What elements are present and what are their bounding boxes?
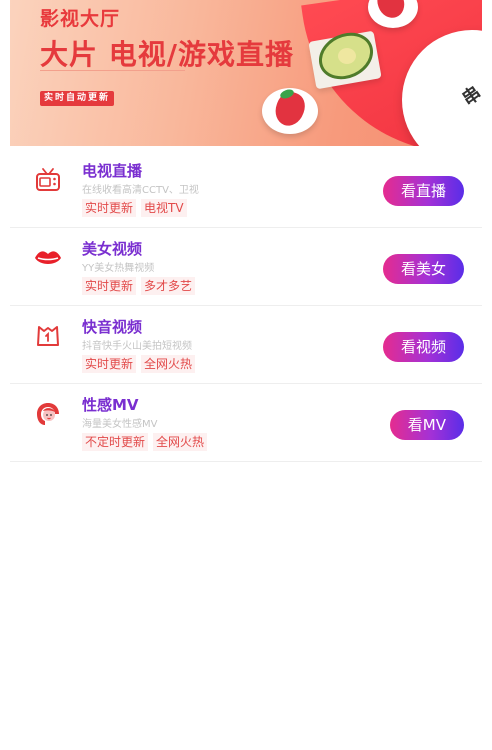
item-subtitle: 抖音快手火山美拍短视频 [82,341,192,352]
item-tag: 实时更新 [82,277,137,295]
list-item-tv[interactable]: 电视直播 在线收看高清CCTV、卫视 实时更新 电视TV 看直播 [10,150,482,228]
item-title: 性感MV [82,396,139,414]
item-subtitle: YY美女热舞视频 [82,263,155,274]
list-item-mv[interactable]: 性感MV 海量美女性感MV 不定时更新 全网火热 看MV [10,384,482,462]
watch-mv-button[interactable]: 看MV [389,410,464,440]
item-subtitle: 海量美女性感MV [82,419,158,430]
channel-list: 电视直播 在线收看高清CCTV、卫视 实时更新 电视TV 看直播 美女视频 YY… [10,150,482,462]
item-subtitle: 在线收看高清CCTV、卫视 [82,185,199,196]
item-title: 电视直播 [82,162,143,180]
watch-live-button[interactable]: 看直播 [382,176,464,206]
list-item-beauty[interactable]: 美女视频 YY美女热舞视频 实时更新 多才多艺 看美女 [10,228,482,306]
tv-icon [34,166,62,194]
item-tag: 多才多艺 [141,277,196,295]
item-tag: 实时更新 [82,199,137,217]
list-item-short-video[interactable]: 快音视频 抖音快手火山美拍短视频 实时更新 全网火热 看视频 [10,306,482,384]
item-tag: 全网火热 [153,433,208,451]
item-tag: 实时更新 [82,355,137,373]
banner-tag: 实时自动更新 [40,91,115,106]
item-tag: 不定时更新 [82,433,149,451]
banner-headline: 大片 电视/游戏直播 [40,38,294,71]
lips-icon [34,244,62,272]
item-title: 美女视频 [82,240,143,258]
avocado-pit [338,48,356,64]
banner-divider [40,70,185,71]
item-tag: 电视TV [141,199,187,217]
watch-video-button[interactable]: 看视频 [382,332,464,362]
banner-eyebrow: 影视大厅 [40,8,121,30]
item-title: 快音视频 [82,318,143,336]
woman-face-icon [34,400,62,428]
short-video-icon [34,322,62,350]
item-tag: 全网火热 [141,355,196,373]
watch-beauty-button[interactable]: 看美女 [382,254,464,284]
promo-banner[interactable]: 串 影视大厅 大片 电视/游戏直播 实时自动更新 [10,0,482,146]
